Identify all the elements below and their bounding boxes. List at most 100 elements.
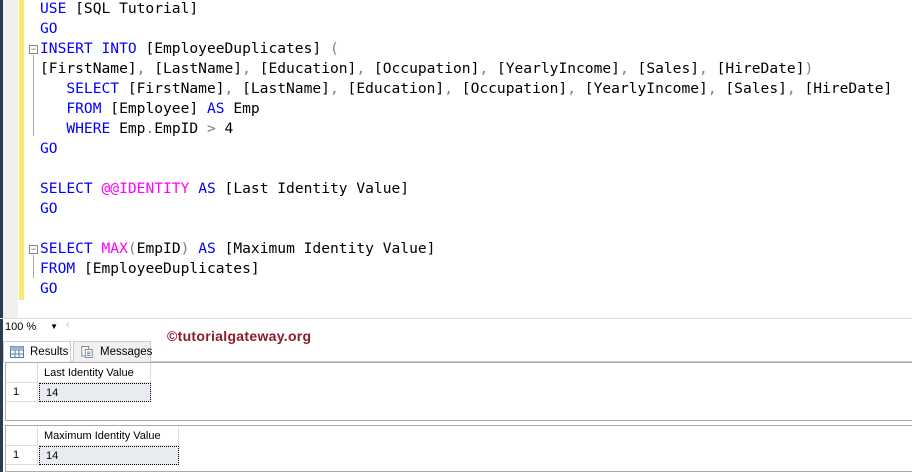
operator: . xyxy=(145,120,155,137)
identifier: [Employee] xyxy=(101,100,207,117)
tab-results[interactable]: Results xyxy=(3,341,71,363)
identifier: [HireDate] xyxy=(804,80,893,97)
identifier: 4 xyxy=(215,120,234,137)
code-line: SELECT [FirstName], [LastName], [Educati… xyxy=(40,79,892,99)
identifier: [Last Identity Value] xyxy=(215,180,410,197)
operator: , xyxy=(136,60,155,77)
column-header[interactable]: Maximum Identity Value xyxy=(39,426,179,446)
change-tracking-bar xyxy=(19,0,24,300)
operator: ) xyxy=(804,60,814,77)
operator: , xyxy=(619,60,638,77)
tab-label: Messages xyxy=(100,346,153,358)
grid-corner xyxy=(6,426,38,446)
keyword: SELECT xyxy=(40,180,93,197)
identifier: [YearlyIncome] xyxy=(496,60,620,77)
identifier xyxy=(189,180,198,197)
results-grid-2[interactable]: Maximum Identity Value 1 14 xyxy=(5,425,912,472)
keyword: FROM xyxy=(66,100,102,117)
identifier: [HireDate] xyxy=(716,60,805,77)
function: MAX xyxy=(101,240,128,257)
operator: , xyxy=(567,80,585,97)
tab-label: Results xyxy=(30,346,69,358)
identifier: [Sales] xyxy=(725,80,787,97)
identifier: EmpID xyxy=(136,240,181,257)
operator: , xyxy=(356,60,374,77)
divider xyxy=(0,318,912,319)
row-number: 1 xyxy=(6,383,38,402)
operator: , xyxy=(444,80,462,97)
identifier xyxy=(189,240,198,257)
zoom-select[interactable]: 100 % ▼ xyxy=(3,319,61,335)
code-line: SELECT @@IDENTITY AS [Last Identity Valu… xyxy=(40,179,409,199)
keyword: GO xyxy=(40,140,58,157)
code-line: SELECT MAX(EmpID) AS [Maximum Identity V… xyxy=(40,239,435,259)
result-cell[interactable]: 14 xyxy=(39,383,151,402)
operator: , xyxy=(699,60,717,77)
keyword: USE xyxy=(40,0,67,17)
identifier xyxy=(40,100,66,117)
identifier: [FirstName] xyxy=(40,60,137,77)
scroll-left-icon[interactable]: ‹ xyxy=(66,319,70,331)
operator: ( xyxy=(329,40,339,57)
keyword: SELECT xyxy=(40,240,93,257)
identifier: [EmployeeDuplicates] xyxy=(75,260,260,277)
identifier: [EmployeeDuplicates] xyxy=(136,40,330,57)
identifier: [YearlyIncome] xyxy=(584,80,708,97)
result-cell[interactable]: 14 xyxy=(39,446,179,465)
identifier xyxy=(40,80,66,97)
code-line: GO xyxy=(40,279,58,299)
keyword: INSERT INTO xyxy=(40,40,137,57)
keyword: SELECT xyxy=(66,80,120,97)
grid-corner xyxy=(6,363,38,383)
identifier: [FirstName] xyxy=(119,80,225,97)
chevron-down-icon: ▼ xyxy=(50,322,58,331)
code-line: GO xyxy=(40,199,58,219)
keyword: AS xyxy=(198,240,216,257)
code-line: FROM [EmployeeDuplicates] xyxy=(40,259,260,279)
collapse-icon[interactable]: − xyxy=(29,45,38,54)
identifier: [Occupation] xyxy=(373,60,480,77)
grid-icon xyxy=(10,346,24,358)
results-grid-1[interactable]: Last Identity Value 1 14 xyxy=(5,362,912,421)
identifier xyxy=(40,120,66,137)
identifier: [Sales] xyxy=(637,60,700,77)
identifier: [Education] xyxy=(347,80,445,97)
operator: , xyxy=(479,60,497,77)
column-header[interactable]: Last Identity Value xyxy=(39,363,151,383)
code-line: INSERT INTO [EmployeeDuplicates] ( xyxy=(40,39,339,59)
identifier: [Education] xyxy=(259,60,357,77)
identifier: [Maximum Identity Value] xyxy=(215,240,436,257)
window-edge xyxy=(0,0,3,472)
identifier: [LastName] xyxy=(242,80,330,97)
keyword: FROM xyxy=(40,260,76,277)
operator: , xyxy=(329,80,348,97)
code-line: WHERE Emp.EmpID > 4 xyxy=(40,119,233,139)
identifier: [Occupation] xyxy=(461,80,568,97)
code-line: [FirstName], [LastName], [Education], [O… xyxy=(40,59,813,79)
function: @@IDENTITY xyxy=(101,180,190,197)
identifier: [SQL Tutorial] xyxy=(66,0,199,17)
keyword: GO xyxy=(40,200,58,217)
operator: , xyxy=(242,60,260,77)
keyword: WHERE xyxy=(66,120,111,137)
operator: , xyxy=(786,80,805,97)
sql-editor[interactable]: − − USE [SQL Tutorial] GO INSERT INTO [Emp… xyxy=(0,0,912,318)
zoom-value: 100 % xyxy=(5,321,37,333)
keyword: GO xyxy=(40,20,58,37)
operator: , xyxy=(707,80,726,97)
operator: , xyxy=(224,80,243,97)
identifier: Emp xyxy=(110,120,146,137)
tab-messages[interactable]: Messages xyxy=(73,341,153,362)
identifier xyxy=(93,180,102,197)
identifier: [LastName] xyxy=(154,60,243,77)
keyword: AS xyxy=(198,180,216,197)
keyword: AS xyxy=(206,100,225,117)
operator: ( xyxy=(127,240,137,257)
identifier xyxy=(93,240,102,257)
identifier: EmpID xyxy=(154,120,207,137)
editor-gutter xyxy=(3,0,18,318)
code-line: FROM [Employee] AS Emp xyxy=(40,99,259,119)
collapse-icon[interactable]: − xyxy=(29,245,38,254)
code-line: GO xyxy=(40,19,58,39)
keyword: GO xyxy=(40,280,58,297)
